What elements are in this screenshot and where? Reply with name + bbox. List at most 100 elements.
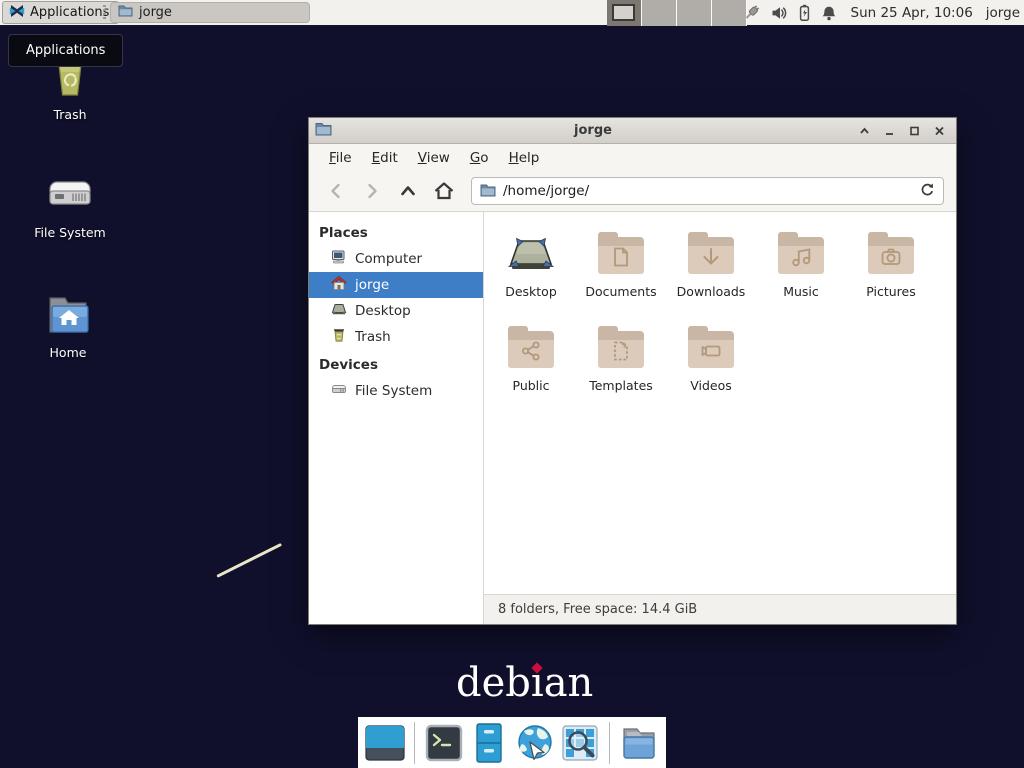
sidebar-item-label: Computer bbox=[355, 251, 422, 267]
menu-go[interactable]: Go bbox=[460, 146, 499, 170]
file-cabinet-icon[interactable] bbox=[468, 721, 510, 765]
window-folder-icon bbox=[118, 4, 133, 21]
maximize-button[interactable] bbox=[904, 121, 925, 141]
workspace-2[interactable] bbox=[642, 0, 677, 26]
xfce-applications-icon bbox=[9, 3, 25, 23]
documents-folder-icon bbox=[598, 237, 644, 274]
dock-separator bbox=[609, 722, 610, 764]
sidebar-item-trash[interactable]: Trash bbox=[309, 324, 483, 350]
file-item-documents[interactable]: Documents bbox=[576, 226, 666, 304]
file-label: Music bbox=[783, 284, 819, 299]
desktop-icon-label: File System bbox=[24, 225, 116, 240]
downloads-folder-icon bbox=[688, 237, 734, 274]
desktop: Applications jorge bbox=[0, 0, 1024, 768]
computer-icon bbox=[331, 249, 347, 269]
applications-menu-label: Applications bbox=[30, 5, 109, 20]
workspace-3[interactable] bbox=[677, 0, 712, 26]
file-label: Pictures bbox=[866, 284, 916, 299]
applications-tooltip: Applications bbox=[8, 34, 123, 67]
desktop-small-icon bbox=[331, 301, 347, 321]
minimize-button[interactable] bbox=[879, 121, 900, 141]
menubar: File Edit View Go Help bbox=[309, 144, 956, 171]
applications-menu-button[interactable]: Applications bbox=[2, 1, 119, 24]
main-column: Desktop Documents bbox=[484, 212, 956, 624]
statusbar: 8 folders, Free space: 14.4 GiB bbox=[484, 594, 956, 624]
home-button[interactable] bbox=[429, 176, 459, 206]
workspace-switcher bbox=[607, 0, 747, 26]
file-item-pictures[interactable]: Pictures bbox=[846, 226, 936, 304]
back-button[interactable] bbox=[321, 176, 351, 206]
path-input[interactable]: /home/jorge/ bbox=[503, 183, 913, 199]
sidebar-item-label: jorge bbox=[355, 277, 389, 293]
file-label: Public bbox=[513, 378, 550, 393]
trash-small-icon bbox=[331, 327, 347, 347]
file-item-videos[interactable]: Videos bbox=[666, 320, 756, 398]
window-body: Places Computer bbox=[309, 212, 956, 624]
battery-icon[interactable] bbox=[797, 4, 812, 22]
power-cable-icon[interactable] bbox=[743, 4, 762, 23]
desktop-icon-file-system[interactable]: File System bbox=[24, 170, 116, 240]
file-item-music[interactable]: Music bbox=[756, 226, 846, 304]
panel-clock[interactable]: Sun 25 Apr, 10:06 bbox=[851, 5, 973, 21]
top-panel: Applications jorge bbox=[0, 0, 1024, 26]
shade-button[interactable] bbox=[854, 121, 875, 141]
sidebar: Places Computer bbox=[309, 212, 484, 624]
menu-view[interactable]: View bbox=[408, 146, 460, 170]
dock bbox=[358, 717, 666, 768]
sidebar-item-label: File System bbox=[355, 383, 432, 399]
menu-file[interactable]: File bbox=[319, 146, 362, 170]
system-tray: Sun 25 Apr, 10:06 jorge bbox=[743, 0, 1021, 26]
window-controls bbox=[854, 121, 950, 141]
window-title: jorge bbox=[332, 123, 854, 138]
menu-help[interactable]: Help bbox=[499, 146, 550, 170]
drive-small-icon bbox=[331, 381, 347, 401]
desktop-icon-label: Home bbox=[22, 345, 114, 360]
panel-username[interactable]: jorge bbox=[986, 5, 1020, 21]
web-browser-icon[interactable] bbox=[514, 721, 556, 765]
home-icon bbox=[331, 275, 347, 295]
file-label: Documents bbox=[585, 284, 656, 299]
dock-folder-icon[interactable] bbox=[618, 721, 660, 765]
window-titlebar[interactable]: jorge bbox=[309, 118, 956, 144]
file-item-templates[interactable]: Templates bbox=[576, 320, 666, 398]
sidebar-item-computer[interactable]: Computer bbox=[309, 246, 483, 272]
sidebar-item-desktop[interactable]: Desktop bbox=[309, 298, 483, 324]
file-item-downloads[interactable]: Downloads bbox=[666, 226, 756, 304]
taskbar-window-button[interactable]: jorge bbox=[110, 2, 310, 23]
desktop-stray-line bbox=[216, 543, 282, 578]
file-item-public[interactable]: Public bbox=[486, 320, 576, 398]
debian-wordmark: debıan bbox=[456, 660, 593, 706]
application-finder-icon[interactable] bbox=[559, 721, 601, 765]
templates-folder-icon bbox=[598, 331, 644, 368]
videos-folder-icon bbox=[688, 331, 734, 368]
reload-icon[interactable] bbox=[920, 182, 935, 201]
terminal-icon[interactable] bbox=[423, 721, 465, 765]
forward-button[interactable] bbox=[357, 176, 387, 206]
sidebar-item-file-system[interactable]: File System bbox=[309, 378, 483, 404]
file-manager-window: jorge File Edit View Go Help bbox=[308, 117, 957, 625]
tooltip-text: Applications bbox=[26, 43, 105, 58]
panel-separator-handle bbox=[103, 5, 106, 21]
music-folder-icon bbox=[778, 237, 824, 274]
sidebar-item-label: Desktop bbox=[355, 303, 411, 319]
show-desktop-icon[interactable] bbox=[364, 721, 406, 765]
close-button[interactable] bbox=[929, 121, 950, 141]
desktop-icon-home[interactable]: Home bbox=[22, 290, 114, 360]
sidebar-header-devices: Devices bbox=[309, 350, 483, 378]
up-button[interactable] bbox=[393, 176, 423, 206]
notifications-bell-icon[interactable] bbox=[821, 5, 837, 22]
file-label: Videos bbox=[690, 378, 732, 393]
toolbar: /home/jorge/ bbox=[309, 171, 956, 212]
volume-icon[interactable] bbox=[771, 5, 788, 21]
taskbar-window-label: jorge bbox=[139, 5, 172, 20]
desktop-icon-label: Trash bbox=[24, 107, 116, 122]
window-folder-icon bbox=[315, 121, 332, 140]
statusbar-text: 8 folders, Free space: 14.4 GiB bbox=[498, 602, 697, 617]
workspace-1[interactable] bbox=[607, 0, 642, 26]
sidebar-item-jorge[interactable]: jorge bbox=[309, 272, 483, 298]
public-folder-icon bbox=[508, 331, 554, 368]
menu-edit[interactable]: Edit bbox=[362, 146, 408, 170]
workspace-window-thumbnail bbox=[612, 4, 635, 21]
file-item-desktop[interactable]: Desktop bbox=[486, 226, 576, 304]
location-bar[interactable]: /home/jorge/ bbox=[471, 177, 944, 205]
